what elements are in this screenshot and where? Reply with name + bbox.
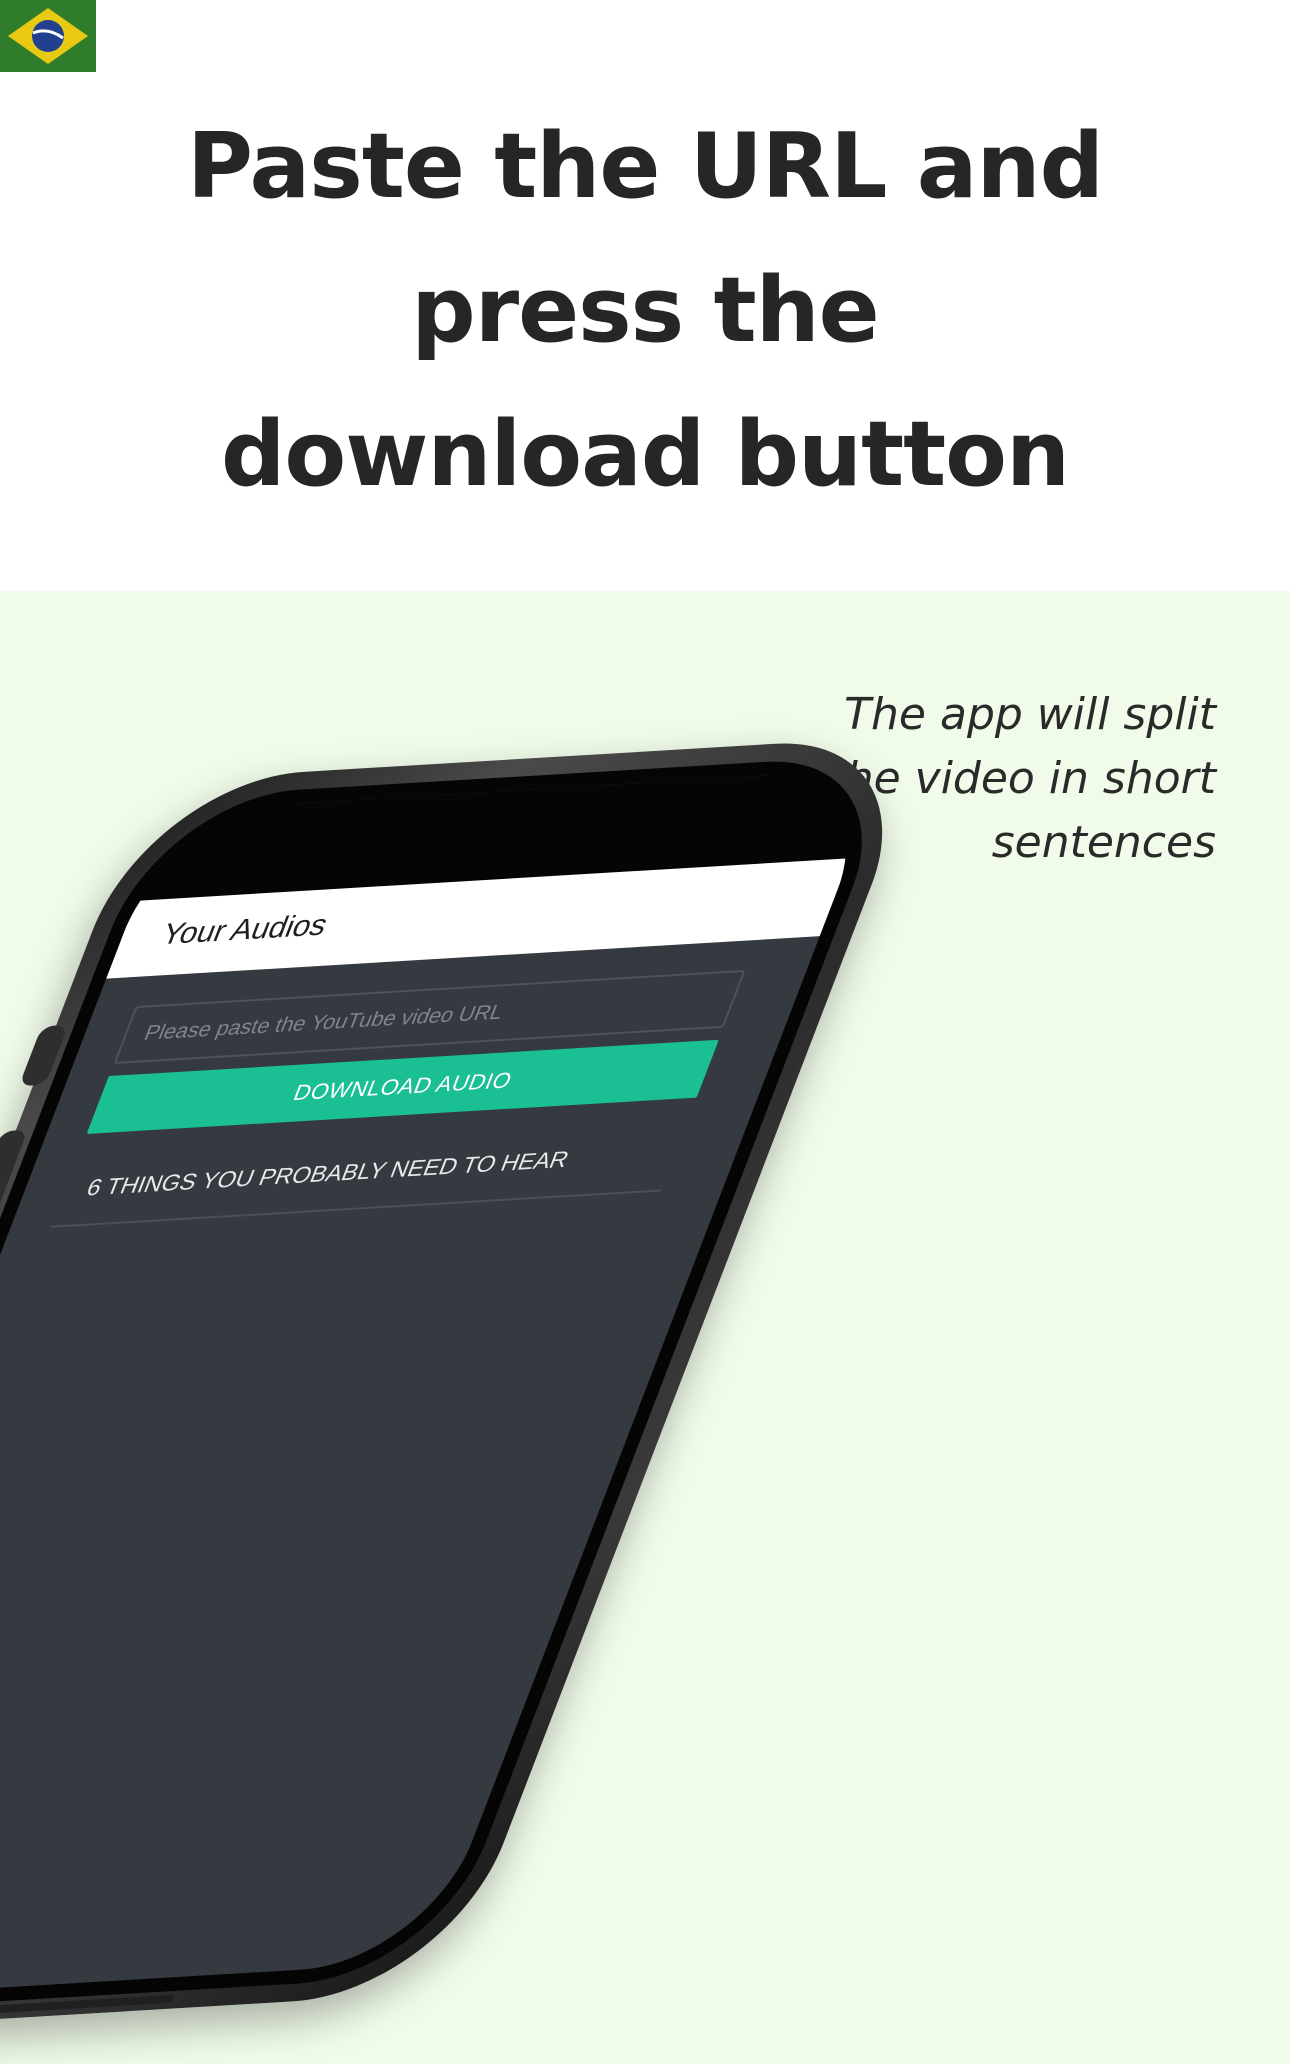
page-title: Paste the URL and press the download but…	[0, 95, 1290, 527]
brazil-flag-icon	[0, 0, 96, 72]
showcase-section: The app will split the video in short se…	[0, 591, 1290, 2064]
app-title: Your Audios	[156, 908, 333, 952]
app-screen: Your Audios DOWNLOAD AUDIO 6 THINGS YOU …	[0, 768, 885, 2005]
page-title-line: Paste the URL and	[186, 114, 1104, 219]
page-title-line: press the	[411, 258, 879, 363]
page-title-line: download button	[220, 402, 1070, 507]
caption-line: The app will split	[844, 689, 1216, 740]
phone-mockup: Your Audios DOWNLOAD AUDIO 6 THINGS YOU …	[0, 734, 930, 2039]
audio-list-item[interactable]: 6 THINGS YOU PROBABLY NEED TO HEAR	[50, 1121, 688, 1228]
phone-bezel: Your Audios DOWNLOAD AUDIO 6 THINGS YOU …	[0, 753, 904, 2020]
audio-title: 6 THINGS YOU PROBABLY NEED TO HEAR	[83, 1145, 573, 1201]
